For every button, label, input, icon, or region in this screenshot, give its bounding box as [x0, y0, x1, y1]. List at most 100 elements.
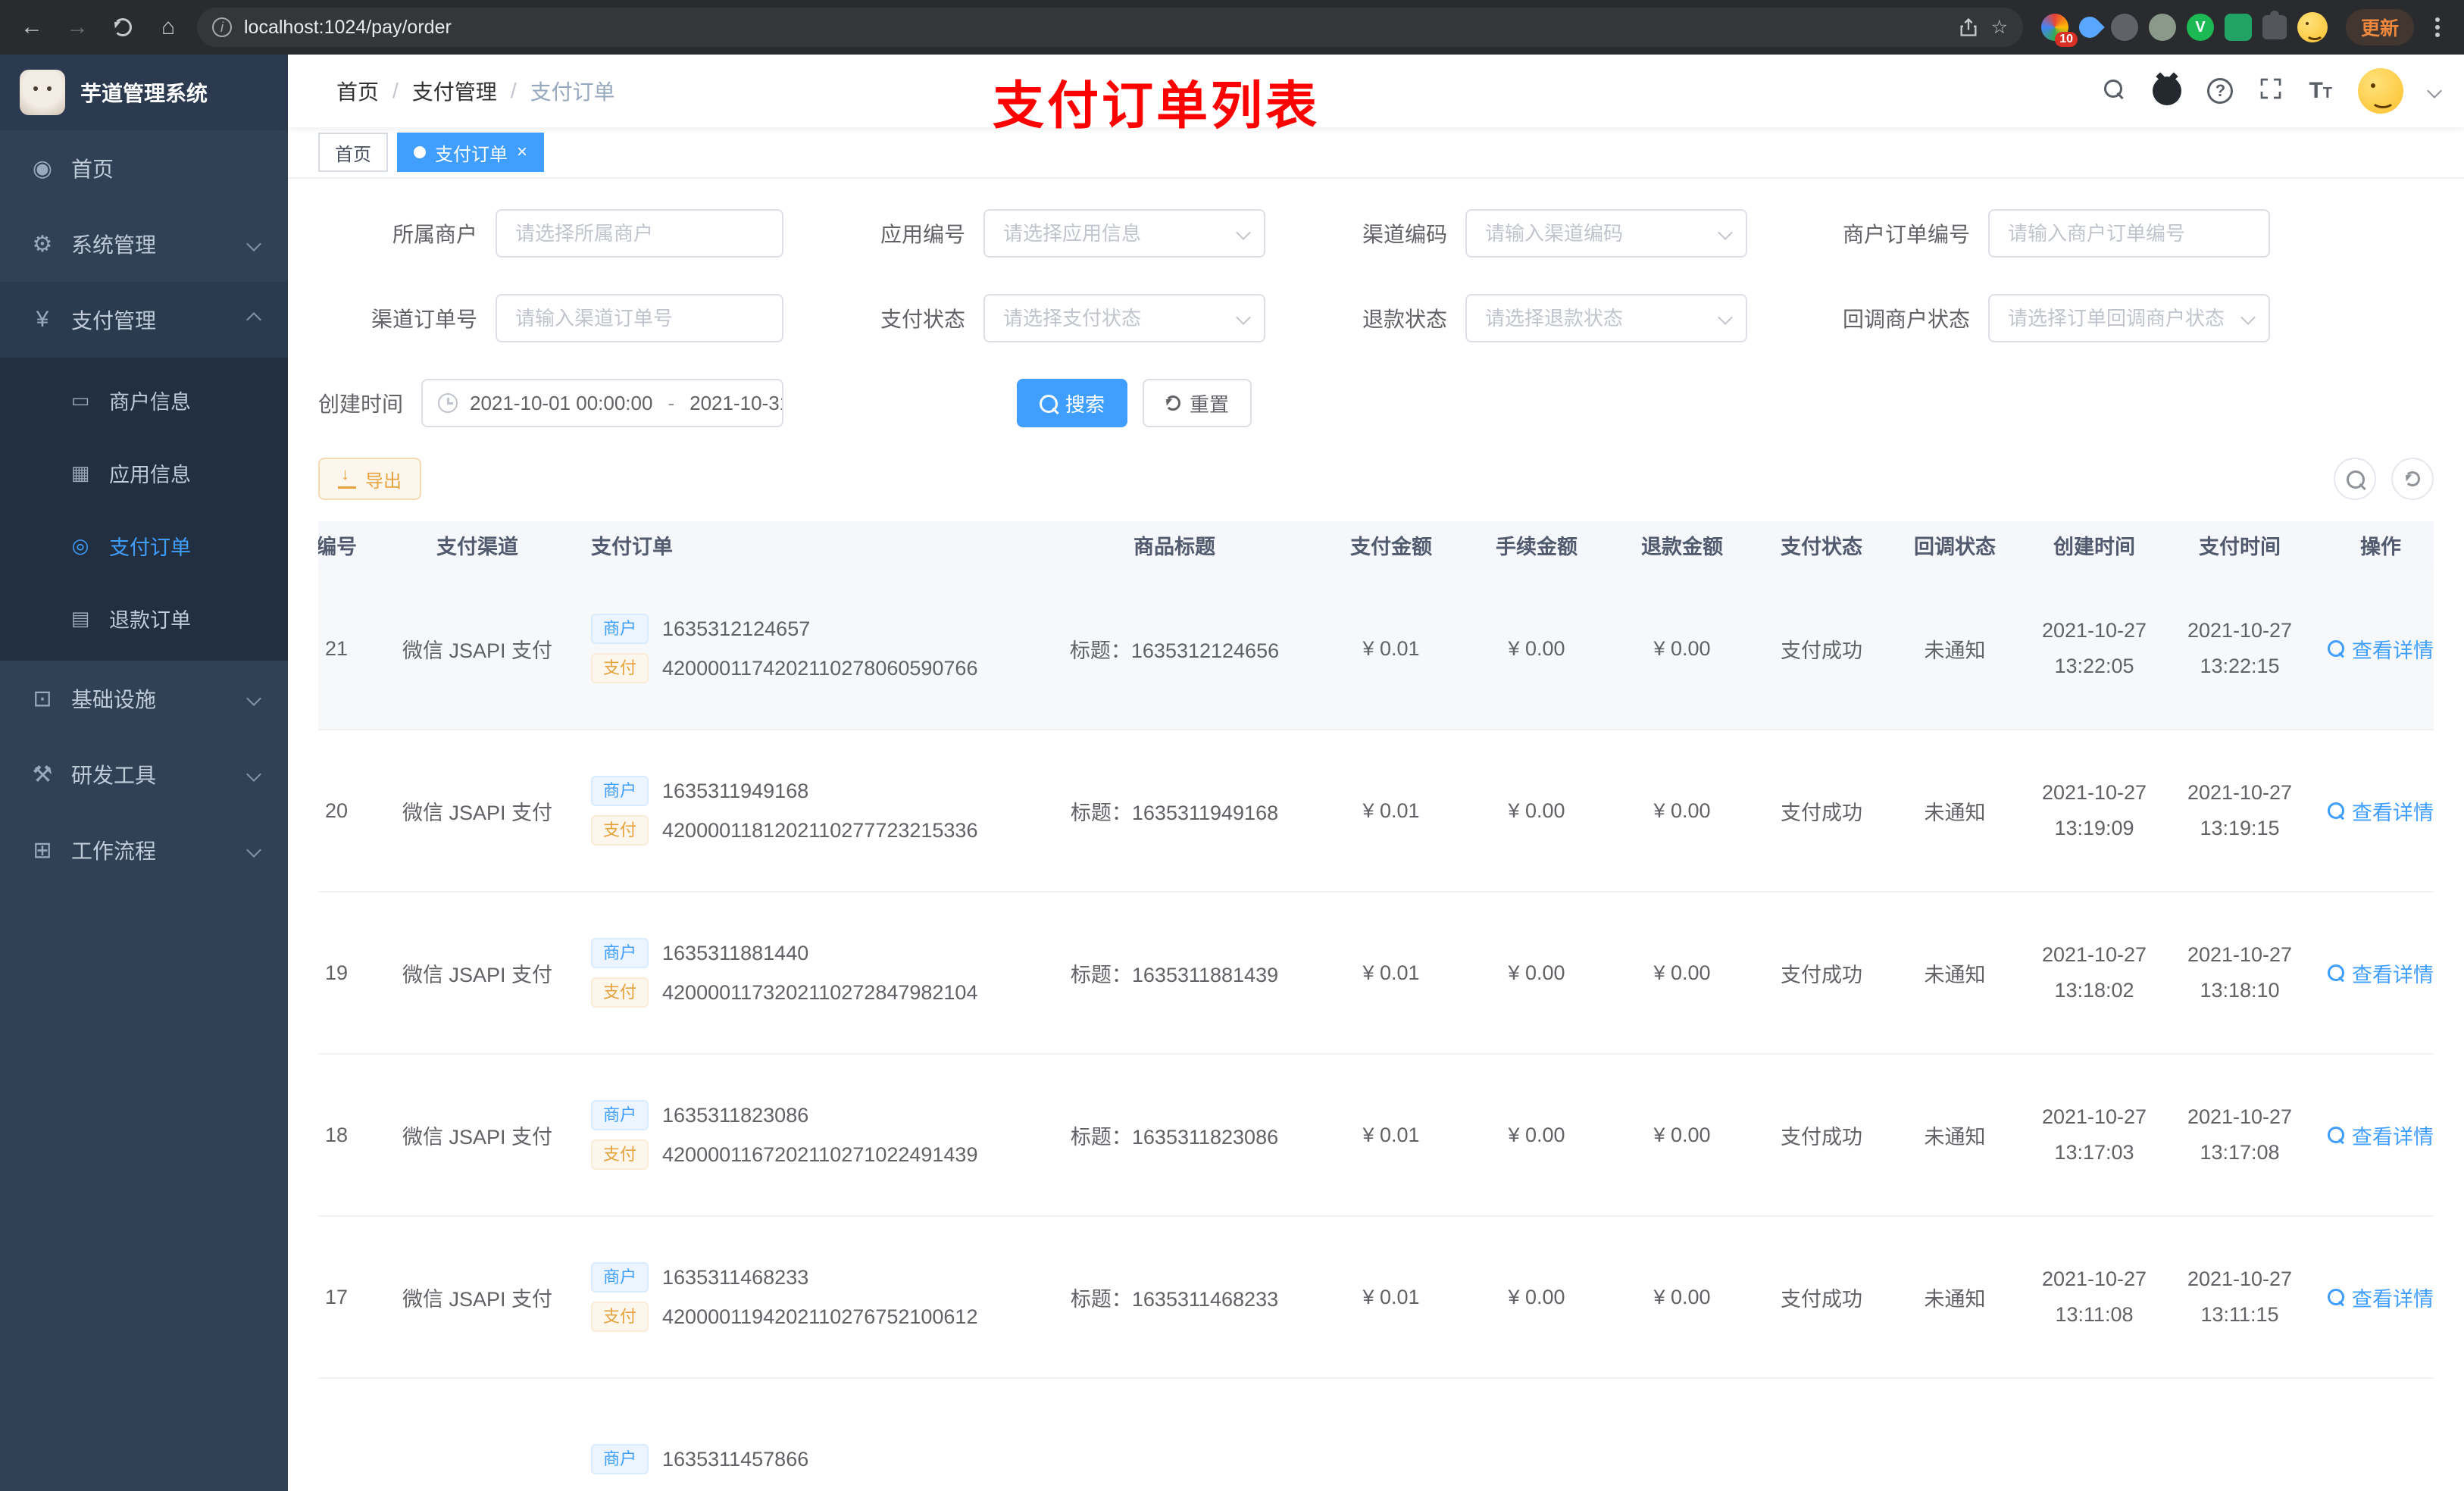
bookmark-star-icon[interactable]: ☆	[1991, 16, 2008, 39]
sidebar-item-system[interactable]: ⚙ 系统管理	[0, 206, 288, 282]
ext-gray-icon[interactable]	[2110, 14, 2138, 41]
channel-code-input[interactable]	[1465, 209, 1747, 258]
home-icon[interactable]: ⌂	[152, 11, 185, 44]
view-detail-link[interactable]: 查看详情	[2328, 1121, 2434, 1150]
address-bar[interactable]: i localhost:1024/pay/order ☆	[197, 8, 2023, 47]
table-row[interactable]: 18 微信 JSAPI 支付 商户 1635311823086 支付 4200001…	[318, 1055, 2434, 1217]
view-detail-label: 查看详情	[2352, 1125, 2434, 1149]
merchant-order-line: 商户 1635311949168	[591, 776, 1024, 806]
cell-order: 商户 1635311457866	[576, 1435, 1030, 1483]
cell-created: 2021-10-27 13:22:05	[2041, 618, 2147, 677]
view-detail-link[interactable]: 查看详情	[2328, 634, 2434, 664]
refund-status-select[interactable]	[1465, 294, 1747, 342]
extensions-puzzle-icon[interactable]	[2262, 11, 2287, 39]
profile-avatar-icon[interactable]	[2297, 12, 2328, 42]
back-icon[interactable]: ←	[15, 11, 48, 44]
cell-amount: ¥ 0.01	[1362, 799, 1420, 822]
tab-home[interactable]: 首页	[318, 133, 388, 172]
ext-green-v-icon[interactable]: V	[2186, 14, 2214, 41]
view-detail-link[interactable]: 查看详情	[2328, 796, 2434, 826]
sidebar-item-home[interactable]: ◉ 首页	[0, 130, 288, 206]
notify-status-select[interactable]	[1988, 294, 2270, 342]
table-row[interactable]: 21 微信 JSAPI 支付 商户 1635312124657 支付 4200001…	[318, 568, 2434, 730]
chevron-down-icon	[246, 691, 261, 706]
ext-drop-icon[interactable]	[2075, 12, 2105, 42]
share-icon[interactable]	[1958, 17, 1979, 38]
export-button-label: 导出	[365, 470, 402, 492]
cell-notify: 未通知	[1924, 1125, 1986, 1149]
merchant-order-line: 商户 1635311823086	[591, 1100, 1024, 1130]
sidebar-item-infra[interactable]: ⊡ 基础设施	[0, 661, 288, 736]
table-row-partial[interactable]: 商户 1635311457866	[318, 1379, 2434, 1491]
table-row[interactable]: 19 微信 JSAPI 支付 商户 1635311881440 支付 4200001…	[318, 892, 2434, 1055]
search-button[interactable]: 搜索	[1017, 379, 1128, 427]
target-icon: ◎	[71, 533, 89, 557]
sidebar-item-merchant-info[interactable]: ▭ 商户信息	[0, 364, 288, 436]
cell-channel: 微信 JSAPI 支付	[402, 1287, 553, 1311]
filter-merchant: 所属商户	[318, 209, 783, 258]
pay-tag: 支付	[591, 815, 649, 846]
view-detail-link[interactable]: 查看详情	[2328, 958, 2434, 988]
fullscreen-icon[interactable]	[2259, 77, 2283, 106]
app-logo[interactable]: 芋道管理系统	[0, 55, 288, 130]
sidebar-item-refund-order[interactable]: ▤ 退款订单	[0, 582, 288, 655]
url-text[interactable]: localhost:1024/pay/order	[244, 17, 1946, 39]
cell-created: 2021-10-27 13:18:02	[2041, 942, 2147, 1002]
merchant-order-no: 1635311881440	[662, 941, 809, 964]
help-icon[interactable]: ?	[2207, 78, 2234, 104]
user-avatar[interactable]	[2358, 68, 2403, 114]
filter-channel-code: 渠道编码	[1265, 209, 1747, 258]
col-created: 创建时间	[2053, 535, 2135, 558]
tab-pay-order[interactable]: 支付订单 ×	[397, 133, 545, 172]
export-button[interactable]: 导出	[318, 458, 421, 500]
clock-icon	[438, 393, 458, 413]
browser-menu-icon[interactable]	[2435, 25, 2440, 30]
sidebar-item-pay[interactable]: ¥ 支付管理	[0, 282, 288, 358]
forward-icon[interactable]: →	[61, 11, 94, 44]
pay-order-line: 支付 4200001181202110277723215336	[591, 815, 1024, 846]
avatar-dropdown-icon[interactable]	[2427, 83, 2442, 98]
cell-notify: 未通知	[1924, 639, 1986, 662]
ext-colorful-icon[interactable]: 10	[2040, 14, 2078, 47]
cell-id: 18	[324, 1123, 349, 1146]
merchant-order-no-input[interactable]	[1988, 209, 2270, 258]
pay-status-select[interactable]	[983, 294, 1265, 342]
ext-olive-icon[interactable]	[2148, 14, 2176, 41]
merchant-select-input[interactable]	[496, 209, 783, 258]
app-select-input[interactable]	[983, 209, 1265, 258]
cell-order: 商户 1635311949168 支付 4200001181202110277723…	[576, 767, 1030, 855]
ext-green-square-icon[interactable]	[2224, 14, 2252, 41]
sidebar-item-pay-order[interactable]: ◎ 支付订单	[0, 509, 288, 582]
view-detail-link[interactable]: 查看详情	[2328, 1283, 2434, 1312]
reload-icon[interactable]	[106, 11, 139, 44]
cell-refund: ¥ 0.00	[1653, 636, 1711, 660]
github-icon[interactable]	[2153, 77, 2182, 105]
table-row[interactable]: 17 微信 JSAPI 支付 商户 1635311468233 支付 4200001…	[318, 1217, 2434, 1379]
site-info-icon[interactable]: i	[212, 17, 232, 37]
cell-amount: ¥ 0.01	[1362, 1123, 1420, 1146]
col-refund: 退款金额	[1641, 535, 1723, 558]
reload-glyph	[114, 18, 132, 36]
table-refresh-button[interactable]	[2391, 458, 2434, 500]
table-row[interactable]: 20 微信 JSAPI 支付 商户 1635311949168 支付 4200001…	[318, 730, 2434, 892]
cell-id: 19	[324, 961, 349, 984]
sidebar-item-workflow[interactable]: ⊞ 工作流程	[0, 812, 288, 888]
table-search-toggle-button[interactable]	[2334, 458, 2376, 500]
sidebar-item-app-info[interactable]: ▦ 应用信息	[0, 436, 288, 509]
tab-close-icon[interactable]: ×	[517, 142, 527, 163]
breadcrumb-pay[interactable]: 支付管理	[412, 76, 497, 106]
cell-fee: ¥ 0.00	[1508, 961, 1565, 984]
filter-row-2: 渠道订单号 支付状态 退款状态 回调商户状态	[318, 294, 2434, 342]
browser-update-button[interactable]: 更新	[2345, 9, 2414, 45]
font-size-icon[interactable]: TT	[2309, 80, 2332, 102]
date-range-picker[interactable]: 2021-10-01 00:00:00 - 2021-10-31 23:59:5…	[421, 379, 783, 427]
reset-button[interactable]: 重置	[1143, 379, 1252, 427]
search-icon[interactable]	[2104, 80, 2127, 102]
filter-label: 支付状态	[880, 308, 965, 331]
cell-channel: 微信 JSAPI 支付	[402, 963, 553, 986]
merchant-tag: 商户	[591, 1444, 649, 1474]
breadcrumb-home[interactable]: 首页	[336, 76, 379, 106]
sidebar-item-devtools[interactable]: ⚒ 研发工具	[0, 736, 288, 812]
search-icon	[2328, 640, 2344, 657]
channel-order-no-input[interactable]	[496, 294, 783, 342]
